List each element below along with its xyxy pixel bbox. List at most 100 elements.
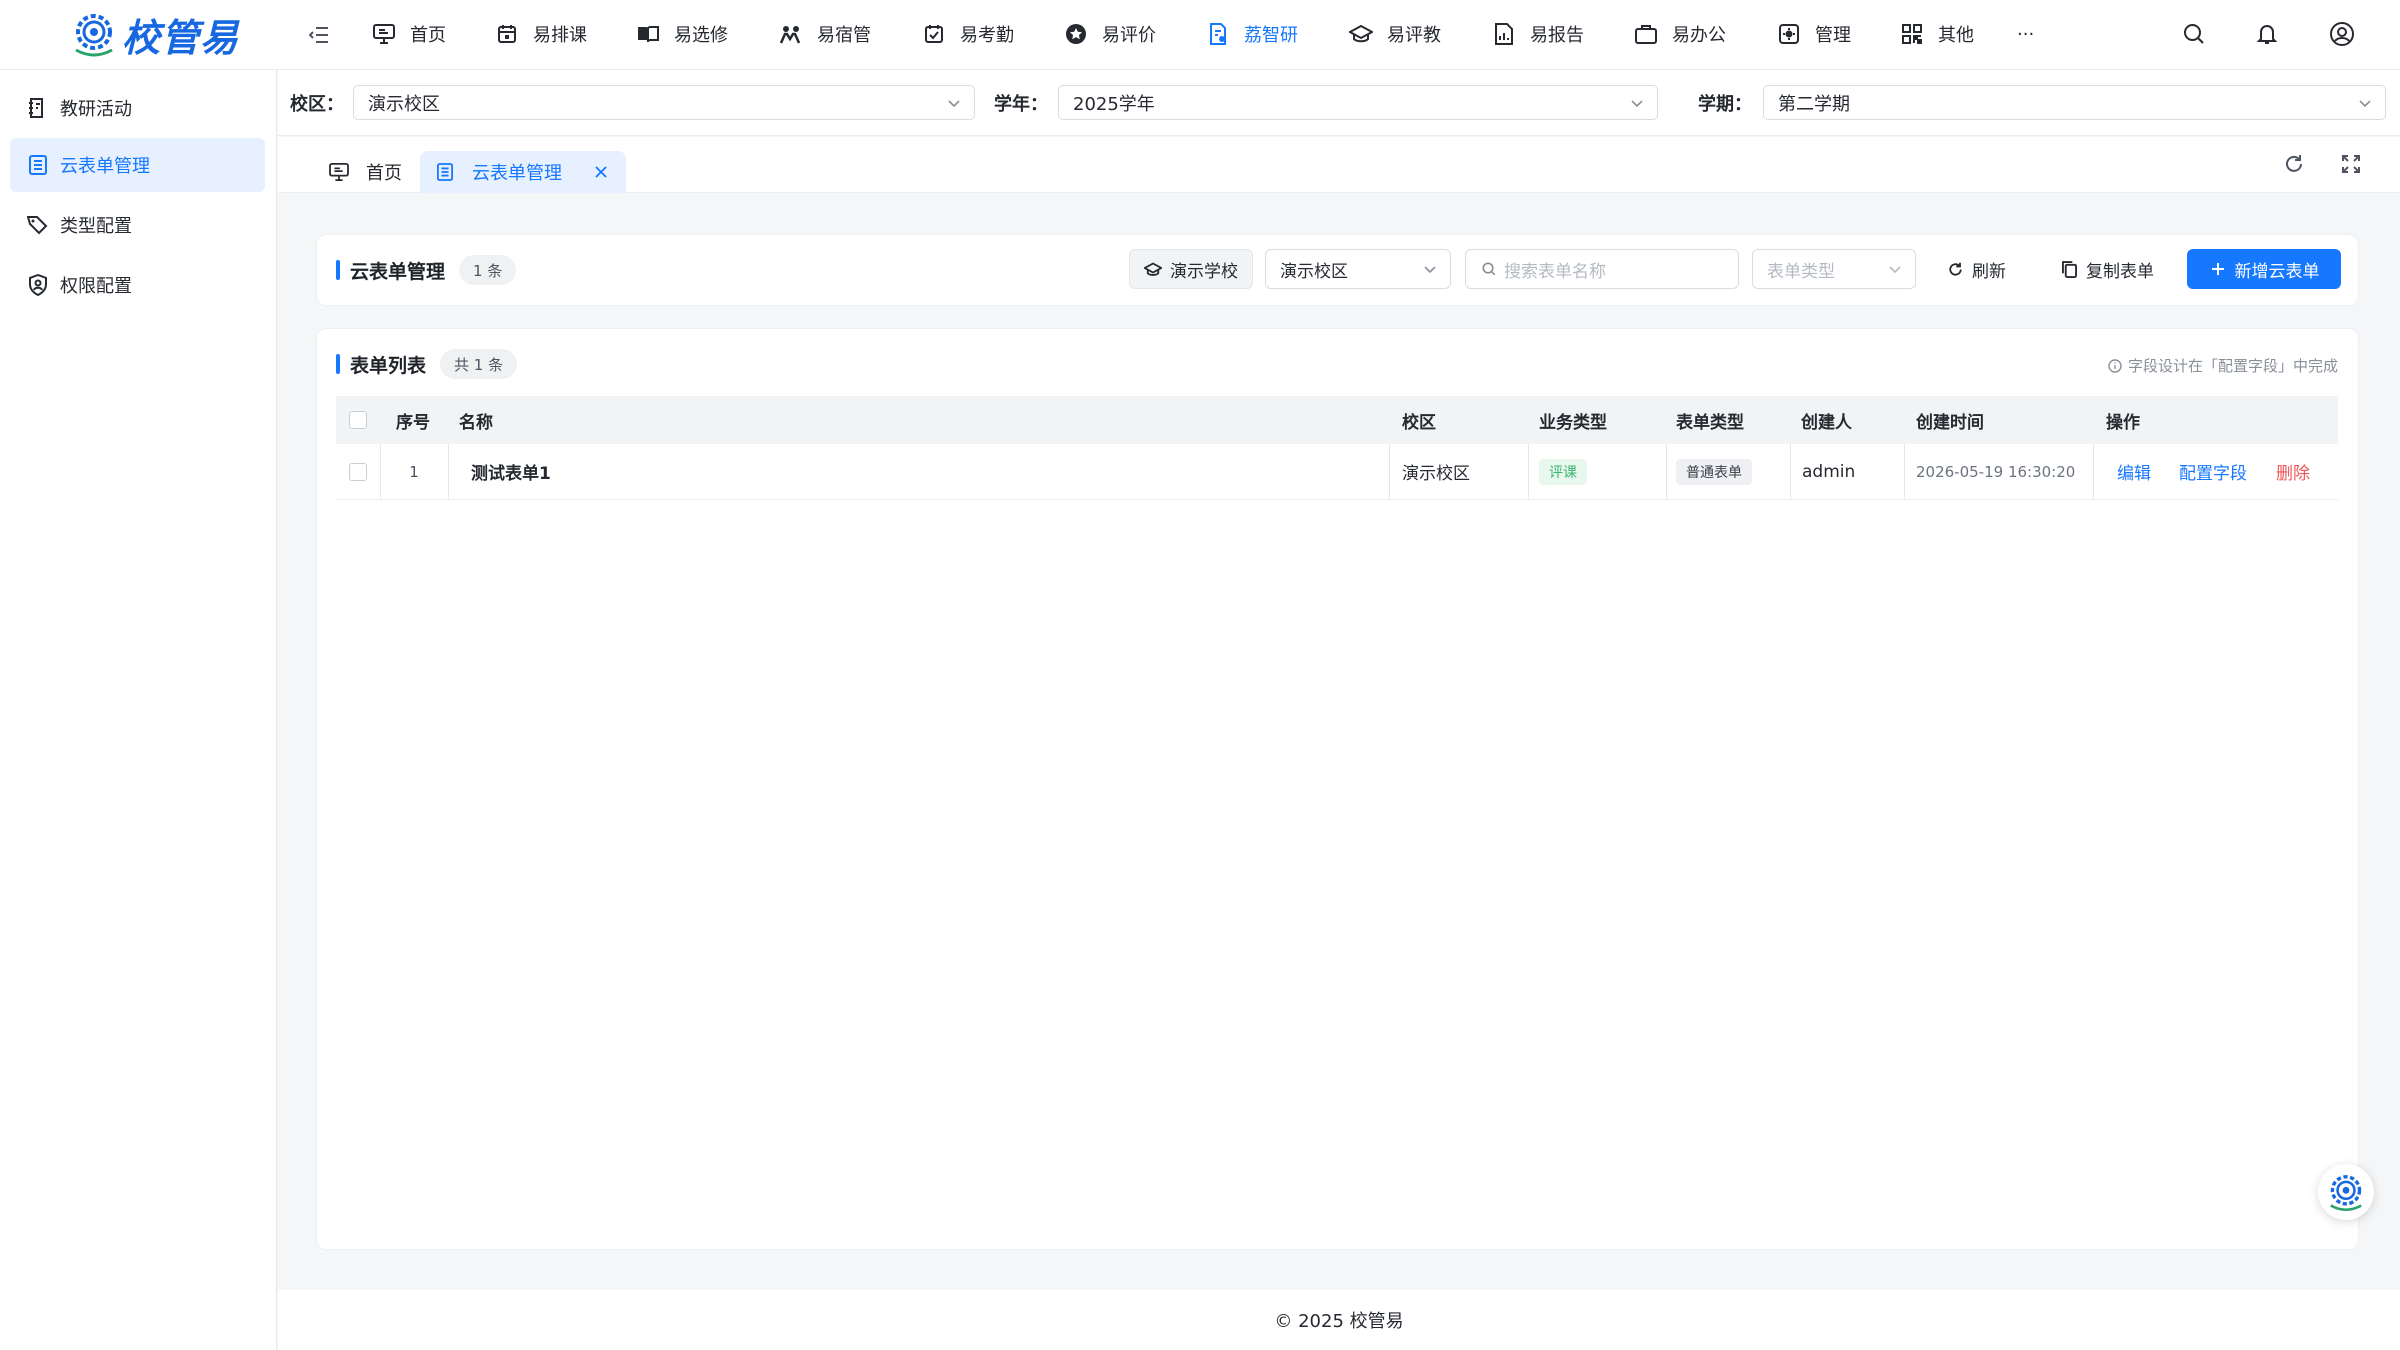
fullscreen-button[interactable] [2338, 151, 2364, 177]
shield-user-icon [26, 273, 50, 297]
form-type-select[interactable]: 表单类型 [1752, 249, 1916, 289]
nav-item-office[interactable]: 易办公 [1634, 0, 1777, 68]
nav-label: 荔智研 [1244, 25, 1298, 46]
table-row: 1 测试表单1 演示校区 评课 普通表单 admin 2026-05-19 16… [336, 444, 2338, 500]
school-select-button[interactable]: 演示学校 [1129, 249, 1253, 289]
nav-item-research[interactable]: 荔智研 [1206, 0, 1349, 68]
term-filter-select[interactable]: 第二学期 [1763, 85, 2386, 120]
refresh-icon [2286, 155, 2302, 172]
brand-logo[interactable]: 校管易 [68, 4, 240, 64]
nav-item-evaluation[interactable]: 易评价 [1064, 0, 1206, 68]
term-filter-label: 学期： [1698, 94, 1752, 115]
column-header-name: 名称 [459, 412, 493, 433]
sidebar-item-cloud-form[interactable]: 云表单管理 [10, 138, 265, 192]
brand-name: 校管易 [122, 15, 240, 60]
form-name-search-input[interactable]: 搜索表单名称 [1465, 249, 1739, 289]
delete-link[interactable]: 删除 [2276, 459, 2310, 484]
tab-cloud-form[interactable]: 云表单管理 [420, 151, 626, 193]
school-gear-logo-icon [75, 14, 113, 57]
biz-type-tag: 评课 [1539, 458, 1587, 485]
column-header-biz-type: 业务类型 [1539, 412, 1607, 433]
tag-icon [26, 213, 50, 237]
chevron-down-icon [1889, 266, 1901, 274]
sidebar-item-research-activity[interactable]: 教研活动 [10, 81, 265, 135]
nav-label: 易选修 [674, 25, 728, 46]
year-filter-select[interactable]: 2025学年 [1058, 85, 1658, 120]
close-icon[interactable] [592, 163, 610, 181]
title-accent-bar [336, 354, 340, 374]
refresh-button[interactable]: 刷新 [1937, 249, 2015, 289]
form-type-tag: 普通表单 [1676, 458, 1752, 485]
refresh-label: 刷新 [1972, 261, 2006, 282]
nav-item-dorm[interactable]: 易宿管 [779, 0, 922, 68]
grid-apps-icon [1900, 22, 1924, 46]
select-all-checkbox[interactable] [349, 411, 367, 429]
nav-item-elective[interactable]: 易选修 [636, 0, 779, 68]
research-doc-icon [1206, 22, 1230, 46]
manage-title-text: 云表单管理 [350, 260, 446, 283]
edit-link[interactable]: 编辑 [2117, 459, 2151, 484]
form-list-title: 表单列表 共 1 条 [336, 349, 518, 379]
search-button[interactable] [2180, 20, 2208, 48]
column-divider [2093, 444, 2094, 499]
menu-collapse-button[interactable] [306, 22, 332, 48]
chevron-down-icon [2359, 100, 2371, 108]
book-open-icon [636, 22, 660, 46]
form-list-icon [434, 161, 456, 183]
form-type-placeholder: 表单类型 [1767, 261, 1835, 282]
nav-more-button[interactable]: ··· [2017, 0, 2047, 68]
sidebar-item-label: 教研活动 [60, 99, 132, 120]
notification-button[interactable] [2253, 20, 2281, 48]
briefcase-icon [1634, 22, 1658, 46]
column-header-form-type: 表单类型 [1676, 412, 1744, 433]
report-chart-icon [1492, 22, 1516, 46]
star-circle-icon [1064, 22, 1088, 46]
tab-home[interactable]: 首页 [314, 151, 426, 193]
sidebar-item-permission-config[interactable]: 权限配置 [10, 258, 265, 312]
nav-item-schedule[interactable]: 易排课 [495, 0, 636, 68]
column-divider [448, 444, 449, 499]
term-filter-value: 第二学期 [1778, 93, 1850, 115]
floating-assistant-button[interactable] [2318, 1164, 2374, 1220]
school-button-label: 演示学校 [1170, 261, 1238, 282]
main-nav: 首页 易排课 易选修 易宿管 易考勤 易评价 荔智研 易评教 易报告 易办公 管… [372, 0, 2047, 68]
context-filter-bar: 校区： 演示校区 学年： 2025学年 学期： 第二学期 [278, 70, 2400, 136]
column-divider [1528, 444, 1529, 499]
row-checkbox[interactable] [349, 462, 367, 481]
sidebar-item-label: 云表单管理 [60, 156, 150, 177]
year-filter-label: 学年： [994, 94, 1048, 115]
column-divider [1790, 444, 1791, 499]
tab-label: 云表单管理 [472, 163, 562, 184]
nav-item-admin[interactable]: 管理 [1777, 0, 1900, 68]
row-campus: 演示校区 [1402, 464, 1470, 484]
search-icon [2184, 24, 2204, 44]
chevron-down-icon [948, 100, 960, 108]
bell-icon [2257, 25, 2277, 44]
column-header-actions: 操作 [2106, 412, 2140, 433]
campus-filter-select[interactable]: 演示校区 [353, 85, 975, 120]
select-all-cell [336, 396, 380, 444]
refresh-page-button[interactable] [2281, 151, 2307, 177]
nav-item-report[interactable]: 易报告 [1492, 0, 1634, 68]
user-circle-icon [2330, 22, 2354, 46]
column-header-created-at: 创建时间 [1916, 412, 1984, 433]
hint-text: 字段设计在「配置字段」中完成 [2127, 357, 2338, 375]
sidebar: 教研活动 云表单管理 类型配置 权限配置 [0, 70, 277, 1350]
year-filter-value: 2025学年 [1073, 93, 1155, 115]
row-form-name[interactable]: 测试表单1 [471, 444, 551, 499]
campus-select[interactable]: 演示校区 [1265, 249, 1451, 289]
nav-label: 首页 [410, 25, 446, 46]
nav-item-teaching-eval[interactable]: 易评教 [1349, 0, 1492, 68]
nav-item-attendance[interactable]: 易考勤 [922, 0, 1064, 68]
copy-form-button[interactable]: 复制表单 [2049, 249, 2165, 289]
config-fields-link[interactable]: 配置字段 [2179, 459, 2247, 484]
nav-item-other[interactable]: 其他 [1900, 0, 2017, 68]
nav-item-home[interactable]: 首页 [372, 0, 495, 68]
campus-select-value: 演示校区 [1280, 261, 1348, 282]
nav-label: 易排课 [533, 25, 587, 46]
user-avatar-button[interactable] [2328, 20, 2356, 48]
add-cloud-form-button[interactable]: 新增云表单 [2187, 249, 2341, 289]
sidebar-item-type-config[interactable]: 类型配置 [10, 198, 265, 252]
column-header-creator: 创建人 [1801, 412, 1852, 433]
search-button[interactable] [1433, 0, 1461, 28]
